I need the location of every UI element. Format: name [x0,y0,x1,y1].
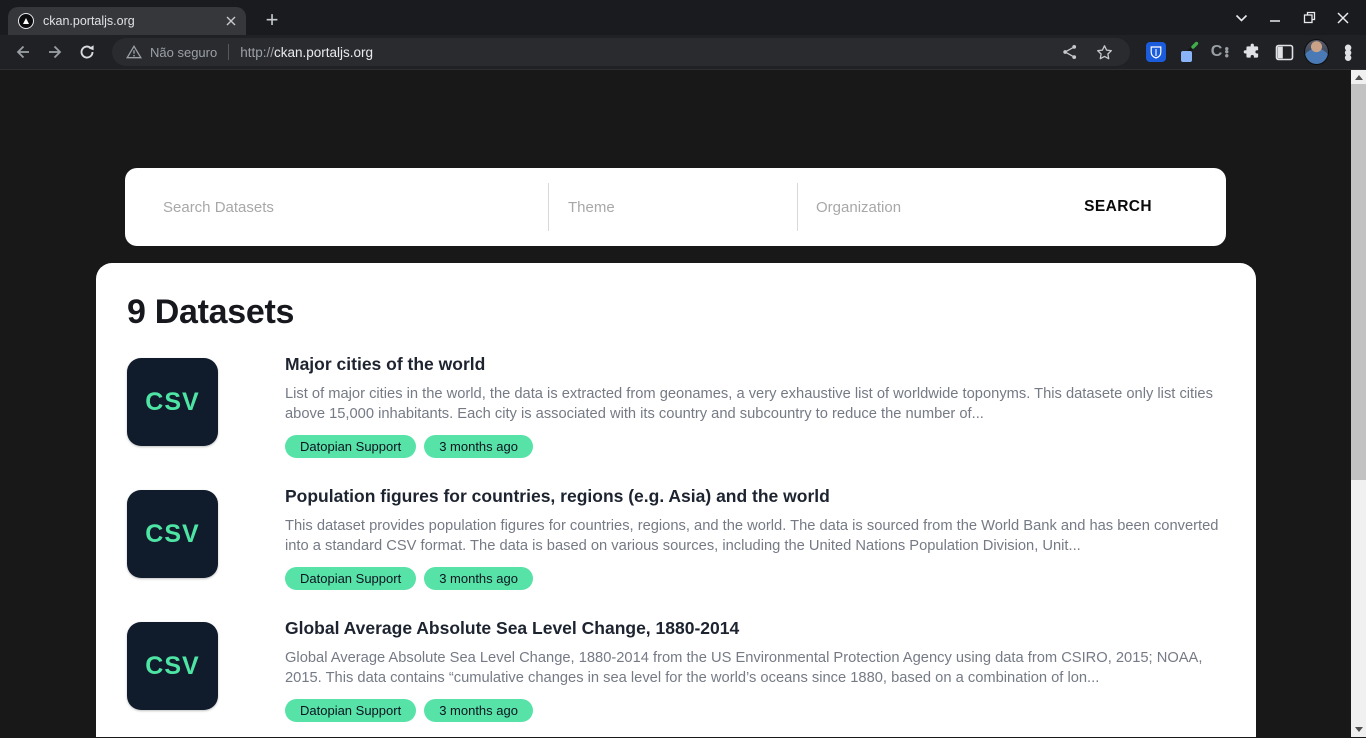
browser-menu-kebab-icon[interactable]: ●●● [1336,40,1361,65]
dataset-tag-badge[interactable]: 3 months ago [424,567,533,590]
search-datasets-input[interactable] [161,198,517,217]
window-controls [1224,0,1360,35]
eyedropper-extension-icon[interactable] [1176,40,1201,65]
dataset-list-item: CSV Population figures for countries, re… [127,490,1225,590]
dataset-list-item: CSV Major cities of the world List of ma… [127,358,1225,458]
browser-toolbar: Não seguro http://ckan.portaljs.org [0,35,1366,70]
url-host: ckan.portaljs.org [274,45,373,60]
page-scrollbar [1351,70,1366,737]
address-bar[interactable]: Não seguro http://ckan.portaljs.org [112,38,1130,66]
datasets-count-heading: 9 Datasets [127,293,1225,332]
window-menu-chevron-icon[interactable] [1224,0,1258,35]
tab-close-icon[interactable] [222,12,240,30]
extensions-area: C●●● ●●● [1140,40,1364,65]
page-content: SEARCH 9 Datasets CSV Major cities of th… [0,70,1366,737]
not-secure-warning-icon [126,45,142,59]
dataset-title-link[interactable]: Global Average Absolute Sea Level Change… [285,618,1225,639]
dataset-tag-badge[interactable]: Datopian Support [285,699,416,722]
scrollbar-thumb[interactable] [1351,84,1366,480]
dataset-item-body: Major cities of the world List of major … [285,354,1225,458]
dataset-tag-badge[interactable]: 3 months ago [424,699,533,722]
profile-avatar[interactable] [1304,40,1329,65]
search-datasets-field [125,168,548,246]
tab-title: ckan.portaljs.org [43,14,222,28]
dataset-format-tile: CSV [127,622,218,710]
colorzilla-extension-icon[interactable]: C●●● [1208,40,1233,65]
organization-field [797,168,1226,246]
bitwarden-extension-icon[interactable] [1144,40,1169,65]
forward-button[interactable] [42,39,68,65]
dataset-tag-badge[interactable]: Datopian Support [285,567,416,590]
dataset-badges: Datopian Support 3 months ago [285,567,1225,590]
restore-window-button[interactable] [1292,0,1326,35]
dataset-format-label: CSV [145,388,199,417]
dataset-list: CSV Major cities of the world List of ma… [127,358,1225,737]
extensions-puzzle-icon[interactable] [1240,40,1265,65]
theme-input[interactable] [566,198,779,217]
browser-tab[interactable]: ckan.portaljs.org [8,7,246,35]
url-scheme: http:// [240,45,274,60]
dataset-tag-badge[interactable]: Datopian Support [285,435,416,458]
browser-tab-strip: ckan.portaljs.org + [0,0,1366,35]
share-button[interactable] [1058,40,1082,64]
dataset-item-body: Population figures for countries, region… [285,486,1225,590]
site-favicon-icon [18,13,34,29]
security-status-label[interactable]: Não seguro [150,45,217,60]
dataset-badges: Datopian Support 3 months ago [285,699,1225,722]
bookmark-star-icon[interactable] [1092,40,1116,64]
dataset-description: List of major cities in the world, the d… [285,384,1225,424]
dataset-description: This dataset provides population figures… [285,516,1225,556]
reload-button[interactable] [74,39,100,65]
datasets-results-card: 9 Datasets CSV Major cities of the world… [96,263,1256,737]
dataset-badges: Datopian Support 3 months ago [285,435,1225,458]
scroll-down-arrow[interactable] [1351,722,1366,737]
theme-field [548,168,797,246]
dataset-list-item: CSV Global Average Absolute Sea Level Ch… [127,622,1225,722]
side-panel-icon[interactable] [1272,40,1297,65]
url-text[interactable]: http://ckan.portaljs.org [240,45,1048,60]
dataset-format-tile: CSV [127,358,218,446]
dataset-description: Global Average Absolute Sea Level Change… [285,648,1225,688]
minimize-button[interactable] [1258,0,1292,35]
omnibox-divider [228,44,229,60]
dataset-item-body: Global Average Absolute Sea Level Change… [285,618,1225,722]
dataset-format-tile: CSV [127,490,218,578]
close-window-button[interactable] [1326,0,1360,35]
dataset-title-link[interactable]: Major cities of the world [285,354,1225,375]
dataset-tag-badge[interactable]: 3 months ago [424,435,533,458]
back-button[interactable] [10,39,36,65]
dataset-title-link[interactable]: Population figures for countries, region… [285,486,1225,507]
search-button[interactable]: SEARCH [1078,197,1158,217]
dataset-format-label: CSV [145,652,199,681]
dataset-format-label: CSV [145,520,199,549]
scroll-up-arrow[interactable] [1351,70,1366,85]
dataset-search-bar: SEARCH [125,168,1226,246]
new-tab-button[interactable]: + [258,6,286,34]
